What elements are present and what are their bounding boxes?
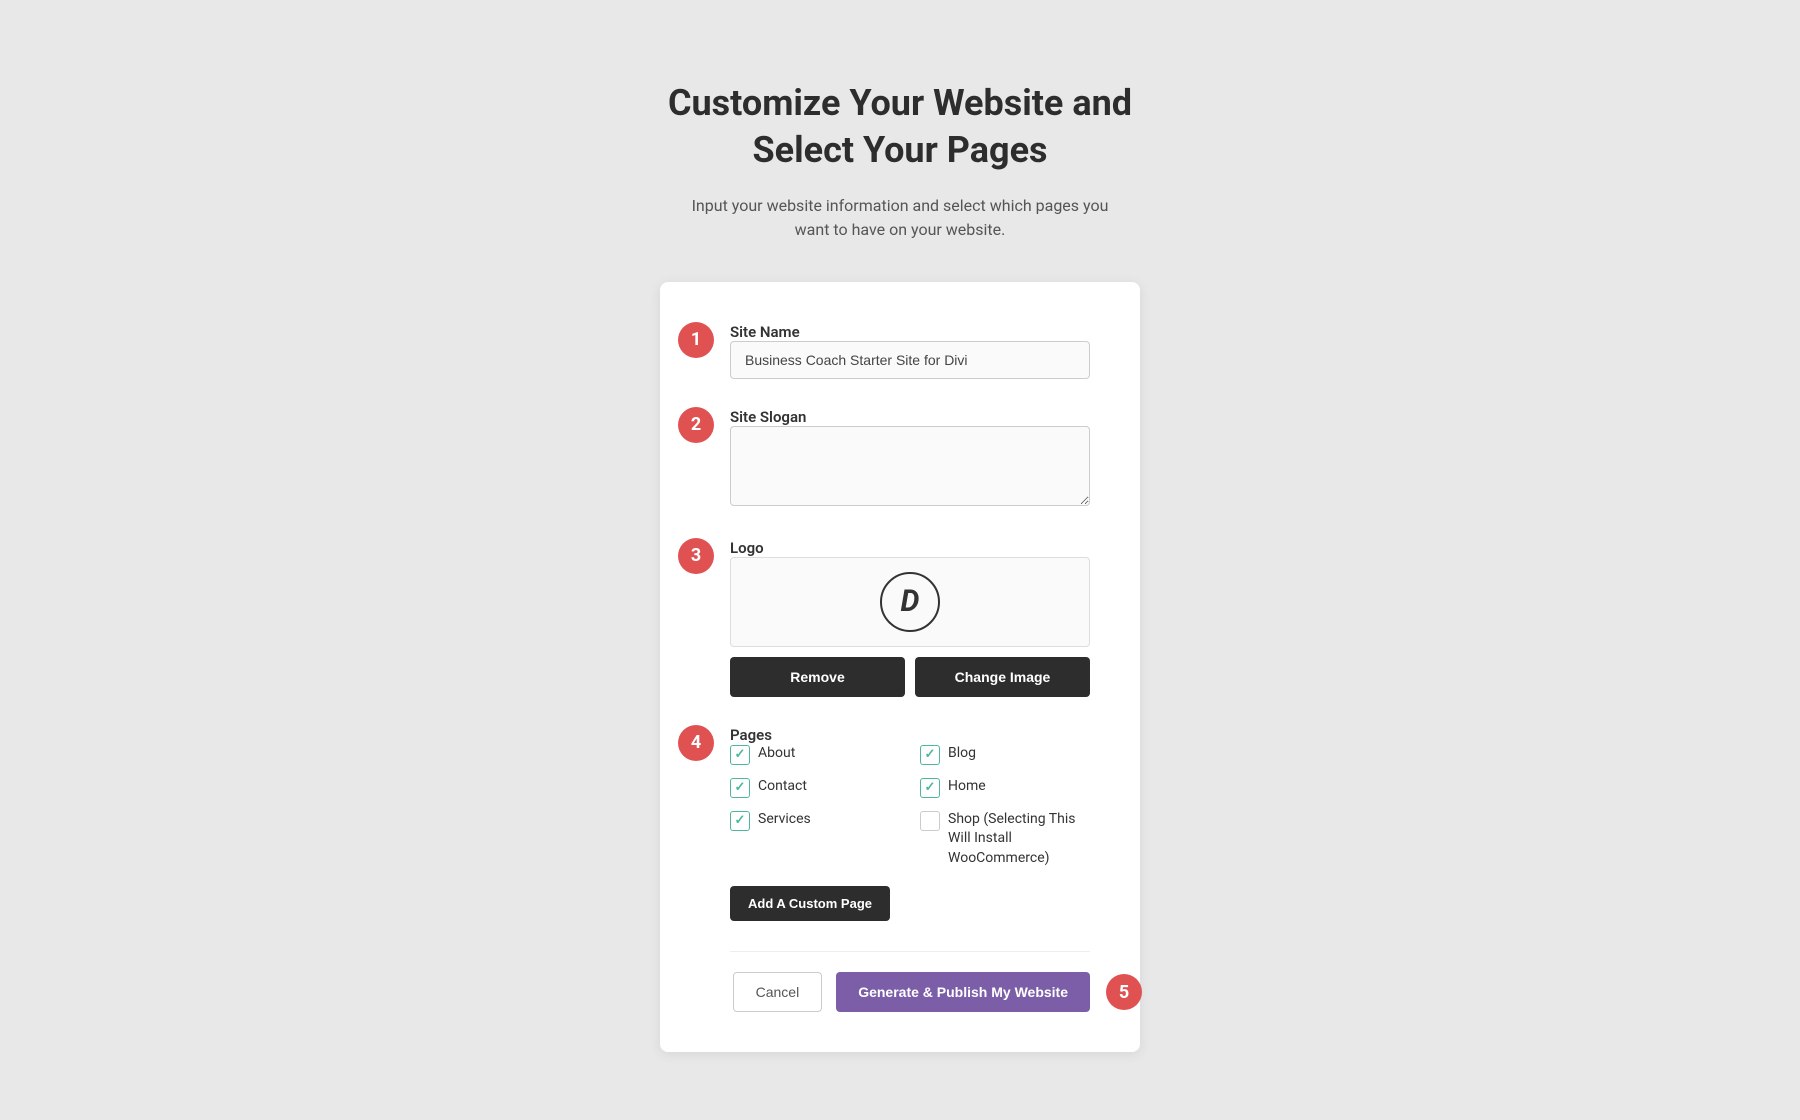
shop-label: Shop (Selecting This Will Install WooCom… <box>948 810 1090 869</box>
form-footer: Cancel Generate & Publish My Website 5 <box>730 951 1090 1012</box>
step4-section: 4 Pages About Blog Contact <box>730 725 1090 922</box>
shop-checkbox[interactable] <box>920 811 940 831</box>
page-item-blog[interactable]: Blog <box>920 744 1090 765</box>
home-label: Home <box>948 777 986 797</box>
change-image-button[interactable]: Change Image <box>915 657 1090 697</box>
page-item-about[interactable]: About <box>730 744 900 765</box>
step2-section: 2 Site Slogan <box>730 407 1090 510</box>
about-checkbox[interactable] <box>730 745 750 765</box>
pages-grid: About Blog Contact Home <box>730 744 1090 869</box>
step1-badge: 1 <box>678 322 714 358</box>
step5-badge: 5 <box>1106 974 1142 1010</box>
logo-icon: D <box>880 572 940 632</box>
site-name-input[interactable] <box>730 341 1090 379</box>
home-checkbox[interactable] <box>920 778 940 798</box>
services-label: Services <box>758 810 811 830</box>
site-slogan-input[interactable] <box>730 426 1090 506</box>
step3-badge: 3 <box>678 538 714 574</box>
contact-checkbox[interactable] <box>730 778 750 798</box>
form-card: 1 Site Name 2 Site Slogan 3 Logo D Remov… <box>660 282 1140 1053</box>
cancel-button[interactable]: Cancel <box>733 972 823 1012</box>
logo-preview: D <box>730 557 1090 647</box>
remove-logo-button[interactable]: Remove <box>730 657 905 697</box>
step2-badge: 2 <box>678 407 714 443</box>
services-checkbox[interactable] <box>730 811 750 831</box>
step4-label: Pages <box>730 726 772 744</box>
step1-label: Site Name <box>730 323 800 341</box>
blog-checkbox[interactable] <box>920 745 940 765</box>
step1-section: 1 Site Name <box>730 322 1090 379</box>
contact-label: Contact <box>758 777 807 797</box>
logo-button-row: Remove Change Image <box>730 657 1090 697</box>
page-title: Customize Your Website and Select Your P… <box>668 80 1132 174</box>
add-custom-page-button[interactable]: Add A Custom Page <box>730 886 890 921</box>
step3-label: Logo <box>730 539 764 557</box>
publish-button[interactable]: Generate & Publish My Website <box>836 972 1090 1012</box>
page-item-shop[interactable]: Shop (Selecting This Will Install WooCom… <box>920 810 1090 869</box>
blog-label: Blog <box>948 744 976 764</box>
page-item-home[interactable]: Home <box>920 777 1090 798</box>
step2-label: Site Slogan <box>730 408 806 426</box>
page-subtitle: Input your website information and selec… <box>680 194 1120 242</box>
page-container: Customize Your Website and Select Your P… <box>0 40 1800 1092</box>
step4-badge: 4 <box>678 725 714 761</box>
page-item-contact[interactable]: Contact <box>730 777 900 798</box>
step3-section: 3 Logo D Remove Change Image <box>730 538 1090 697</box>
about-label: About <box>758 744 795 764</box>
page-item-services[interactable]: Services <box>730 810 900 869</box>
